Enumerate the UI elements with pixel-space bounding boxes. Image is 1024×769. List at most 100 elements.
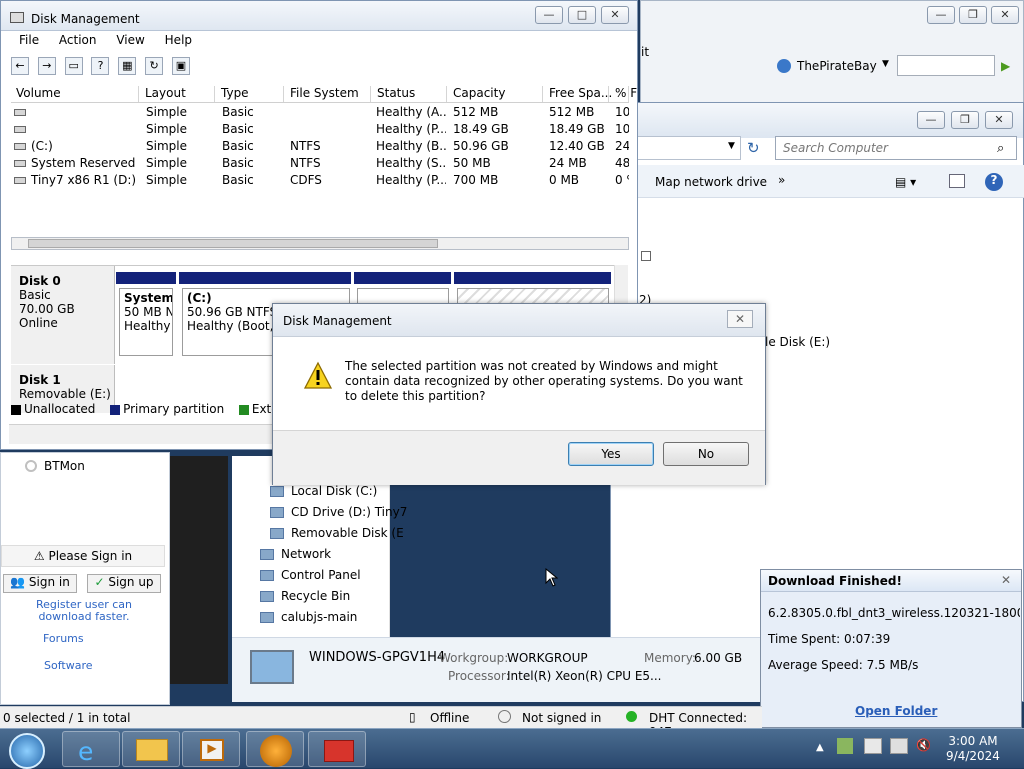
status-column-header[interactable]: Status xyxy=(372,86,447,102)
internet-explorer-taskbar-button[interactable]: e xyxy=(62,731,120,767)
close-button[interactable]: ✕ xyxy=(991,6,1019,24)
restore-button[interactable]: ❐ xyxy=(951,111,979,129)
forward-icon[interactable]: → xyxy=(37,57,56,75)
preview-pane-icon[interactable] xyxy=(949,174,965,188)
more-commands-button[interactable]: » xyxy=(778,173,785,187)
check-icon: ✓ xyxy=(94,575,105,589)
checkbox[interactable] xyxy=(641,251,651,261)
type-column-header[interactable]: Type xyxy=(216,86,284,102)
disk-management-icon xyxy=(10,12,24,23)
partition-header xyxy=(354,272,451,284)
volume-muted-icon[interactable]: 🔇 xyxy=(916,738,934,754)
horizontal-scrollbar[interactable] xyxy=(11,237,629,250)
cd-icon xyxy=(14,177,26,184)
forums-link[interactable]: Forums xyxy=(43,632,84,645)
no-button[interactable]: No xyxy=(663,442,749,466)
sign-up-button[interactable]: ✓ Sign up xyxy=(87,574,161,593)
table-row[interactable]: Simple Basic Healthy (A... 512 MB 512 MB… xyxy=(11,105,629,122)
table-row[interactable]: Simple Basic Healthy (P... 18.49 GB 18.4… xyxy=(11,122,629,139)
back-icon[interactable]: ← xyxy=(11,57,29,75)
sign-in-status[interactable]: Not signed in xyxy=(522,711,601,725)
maximize-button[interactable]: □ xyxy=(568,6,596,24)
scroll-thumb[interactable] xyxy=(28,239,438,248)
cd-drive-item[interactable]: CD Drive (D:) Tiny7 xyxy=(270,505,407,519)
tray-network-icon[interactable] xyxy=(864,738,882,754)
layout-column-header[interactable]: Layout xyxy=(140,86,215,102)
start-button[interactable] xyxy=(9,733,45,769)
dark-panel xyxy=(170,456,228,684)
download-average-speed: Average Speed: 7.5 MB/s xyxy=(768,658,919,672)
torrent-client-taskbar-button[interactable] xyxy=(246,731,304,767)
dialog-close-button[interactable]: ✕ xyxy=(727,310,753,328)
btmon-label[interactable]: BTMon xyxy=(44,459,85,473)
toolbox-icon xyxy=(324,740,354,762)
capacity-column-header[interactable]: Capacity xyxy=(448,86,543,102)
sign-in-button[interactable]: 👥 Sign in xyxy=(3,574,77,593)
refresh-icon[interactable]: ↻ xyxy=(747,139,760,157)
browser-search-input[interactable] xyxy=(897,55,995,76)
close-icon[interactable]: ✕ xyxy=(1001,573,1011,587)
map-network-drive-button[interactable]: Map network drive xyxy=(655,175,767,189)
percent-free-column-header[interactable]: % F xyxy=(610,86,637,102)
search-input[interactable]: Search Computer xyxy=(775,136,1017,160)
minimize-button[interactable]: — xyxy=(917,111,945,129)
removable-disk-nav-item[interactable]: Removable Disk (E xyxy=(270,526,404,540)
panel-icon[interactable]: ▭ xyxy=(64,57,83,75)
volume-column-header[interactable]: Volume xyxy=(11,86,139,102)
table-row[interactable]: Tiny7 x86 R1 (D:) Simple Basic CDFS Heal… xyxy=(11,173,629,190)
menu-action[interactable]: Action xyxy=(59,33,97,47)
menu-file[interactable]: File xyxy=(19,33,39,47)
disk-0-label[interactable]: Disk 0 Basic 70.00 GB Online xyxy=(11,266,115,364)
chevron-down-icon[interactable]: ▼ xyxy=(882,59,889,69)
download-finished-popup: Download Finished! ✕ 6.2.8305.0.fbl_dnt3… xyxy=(760,569,1022,728)
processor-label: Processor: xyxy=(448,669,510,683)
action-center-icon[interactable] xyxy=(890,738,908,754)
table-row[interactable]: System Reserved Simple Basic NTFS Health… xyxy=(11,156,629,173)
partial-label: it xyxy=(641,45,650,59)
recycle-bin-item[interactable]: Recycle Bin xyxy=(260,589,350,603)
media-player-taskbar-button[interactable]: ▶ xyxy=(182,731,240,767)
chevron-down-icon[interactable]: ▼ xyxy=(728,141,735,151)
window-title: Disk Management xyxy=(31,12,140,26)
help-icon[interactable]: ? xyxy=(985,173,1003,191)
partition-header xyxy=(116,272,176,284)
restore-button[interactable]: ❐ xyxy=(959,6,987,24)
properties-icon[interactable]: ▦ xyxy=(118,57,137,75)
software-link[interactable]: Software xyxy=(44,659,93,672)
minimize-button[interactable]: — xyxy=(535,6,563,24)
views-icon[interactable]: ▤ ▾ xyxy=(895,175,916,189)
menu-view[interactable]: View xyxy=(116,33,144,47)
file-explorer-taskbar-button[interactable] xyxy=(122,731,180,767)
yes-button[interactable]: Yes xyxy=(568,442,654,466)
clock[interactable]: 3:00 AM 9/4/2024 xyxy=(942,734,1004,764)
system-partition[interactable]: System I 50 MB N Healthy ( xyxy=(119,288,173,356)
delete-partition-dialog: Disk Management ✕ The selected partition… xyxy=(272,303,766,485)
computer-icon xyxy=(250,650,294,684)
show-hidden-icons-button[interactable]: ▲ xyxy=(816,742,824,753)
close-button[interactable]: ✕ xyxy=(985,111,1013,129)
network-item[interactable]: Network xyxy=(260,547,331,561)
search-icon[interactable]: ⌕ xyxy=(997,141,1004,156)
help-icon[interactable]: ? xyxy=(91,57,110,75)
browser-window: — ❐ ✕ it ThePirateBay ▼ ▶ xyxy=(640,0,1024,110)
removable-disk-item[interactable]: le Disk (E:) xyxy=(765,335,830,349)
filesystem-column-header[interactable]: File System xyxy=(285,86,371,102)
cd-icon xyxy=(270,507,284,518)
refresh-icon[interactable]: ↻ xyxy=(145,57,164,75)
calubjs-main-item[interactable]: calubjs-main xyxy=(260,610,357,624)
local-disk-item[interactable]: Local Disk (C:) xyxy=(270,484,377,498)
dialog-titlebar: Disk Management ✕ xyxy=(273,304,765,337)
rescan-disks-icon[interactable]: ▣ xyxy=(171,57,190,75)
table-row[interactable]: (C:) Simple Basic NTFS Healthy (B... 50.… xyxy=(11,139,629,156)
control-panel-item[interactable]: Control Panel xyxy=(260,568,361,582)
open-folder-link[interactable]: Open Folder xyxy=(855,704,937,718)
disk-tool-taskbar-button[interactable] xyxy=(308,731,366,767)
disk-management-titlebar: Disk Management — □ ✕ xyxy=(1,1,637,31)
menu-help[interactable]: Help xyxy=(165,33,192,47)
tray-app-icon[interactable] xyxy=(837,738,853,754)
free-space-column-header[interactable]: Free Spa... xyxy=(544,86,612,102)
close-button[interactable]: ✕ xyxy=(601,6,629,24)
favorite-link[interactable]: ThePirateBay xyxy=(797,59,877,73)
minimize-button[interactable]: — xyxy=(927,6,955,24)
go-icon[interactable]: ▶ xyxy=(1001,59,1010,73)
